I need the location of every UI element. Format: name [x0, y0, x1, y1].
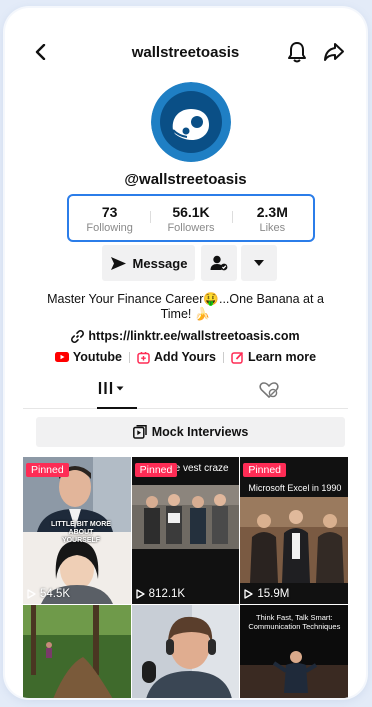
- send-icon: [110, 256, 126, 270]
- avatar[interactable]: [151, 82, 231, 162]
- profile-bio: Master Your Finance Career🤑...One Banana…: [47, 292, 324, 321]
- video-thumbnail[interactable]: ce vest craze Pinned 812.1K: [131, 457, 240, 604]
- office-thumbnail-image: [240, 457, 348, 604]
- profile-handle: @wallstreetoasis: [124, 171, 247, 188]
- video-caption: ce vest craze: [169, 463, 229, 474]
- content-tabs: [23, 376, 348, 409]
- view-count: 54.5K: [27, 588, 70, 600]
- wallstreetoasis-logo-icon: [151, 82, 231, 162]
- video-thumbnail[interactable]: Microsoft Excel in 1990 Pinned 15.9M: [240, 457, 348, 604]
- add-yours-label: Add Yours: [153, 350, 217, 364]
- profile-link[interactable]: https://linktr.ee/wallstreetoasis.com: [5, 329, 366, 343]
- active-tab-indicator: [97, 407, 137, 409]
- divider: [223, 351, 225, 363]
- learn-more-link[interactable]: Learn more: [231, 350, 316, 364]
- pinned-badge: Pinned: [243, 463, 287, 477]
- video-thumbnail[interactable]: [23, 605, 131, 698]
- playlist-mock-interviews[interactable]: Mock Interviews: [36, 417, 345, 447]
- video-thumbnail[interactable]: LITTLE BIT MORE ABOUT YOURSELF Pinned 54…: [23, 457, 131, 604]
- stats-bar: 73 Following 56.1K Followers 2.3M Likes: [67, 194, 315, 242]
- profile-link-text: https://linktr.ee/wallstreetoasis.com: [88, 329, 300, 343]
- share-icon: [324, 43, 344, 61]
- link-icon: [71, 329, 85, 343]
- view-count-text: 812.1K: [148, 588, 186, 600]
- view-count: 15.9M: [244, 588, 289, 600]
- liked-heart-icon: [259, 382, 279, 398]
- follow-user-button[interactable]: [201, 245, 237, 281]
- likes-label: Likes: [259, 222, 286, 234]
- edit-icon: [231, 351, 244, 364]
- play-icon: [244, 589, 253, 599]
- video-thumbnail[interactable]: [131, 605, 240, 698]
- likes-stat[interactable]: 2.3M Likes: [231, 196, 313, 240]
- add-yours-icon: [137, 351, 150, 364]
- video-grid: LITTLE BIT MORE ABOUT YOURSELF Pinned 54…: [23, 457, 348, 698]
- followers-stat[interactable]: 56.1K Followers: [150, 196, 231, 240]
- youtube-link[interactable]: Youtube: [54, 350, 122, 364]
- add-yours-link[interactable]: Add Yours: [137, 350, 216, 364]
- page-title: wallstreetoasis: [131, 44, 240, 61]
- view-count-text: 15.9M: [257, 588, 290, 600]
- video-thumbnail[interactable]: Think Fast, Talk Smart: Communication Te…: [240, 605, 348, 698]
- profile-screen: wallstreetoasis @wallstreetoasis 73 Foll…: [5, 8, 366, 698]
- tab-videos[interactable]: [81, 380, 143, 408]
- play-icon: [136, 589, 145, 599]
- following-label: Following: [86, 222, 133, 234]
- video-caption: LITTLE BIT MORE ABOUT YOURSELF: [51, 521, 111, 544]
- view-count-text: 54.5K: [40, 588, 71, 600]
- social-links: Youtube Add Yours Learn more: [5, 350, 366, 364]
- following-count: 73: [101, 204, 118, 220]
- user-check-icon: [210, 255, 228, 271]
- notification-button[interactable]: [283, 38, 311, 66]
- pinned-badge: Pinned: [26, 463, 69, 477]
- top-bar: wallstreetoasis: [5, 38, 366, 72]
- followers-label: Followers: [167, 222, 215, 234]
- following-stat[interactable]: 73 Following: [69, 196, 150, 240]
- video-caption: Think Fast, Talk Smart: Communication Te…: [248, 613, 341, 631]
- divider: [128, 351, 130, 363]
- more-options-button[interactable]: [241, 245, 277, 281]
- learn-more-label: Learn more: [248, 350, 317, 364]
- likes-count: 2.3M: [256, 204, 288, 220]
- youtube-icon: [54, 352, 69, 362]
- video-caption: Microsoft Excel in 1990: [248, 483, 342, 493]
- pinned-badge: Pinned: [134, 463, 178, 477]
- podcast-thumbnail-image: [131, 605, 240, 698]
- street-crowd-thumbnail-image: [131, 457, 240, 604]
- videos-grid-icon: [98, 382, 124, 394]
- playlist-label: Mock Interviews: [151, 425, 249, 439]
- share-button[interactable]: [320, 38, 348, 66]
- message-label: Message: [132, 255, 188, 271]
- play-icon: [27, 589, 36, 599]
- view-count: 812.1K: [136, 588, 185, 600]
- playlist-icon: [132, 425, 147, 439]
- bell-icon: [288, 42, 306, 63]
- message-button[interactable]: Message: [102, 245, 195, 281]
- forest-thumbnail-image: [23, 605, 131, 698]
- tab-liked[interactable]: [249, 381, 289, 405]
- caret-down-icon: [254, 260, 264, 266]
- followers-count: 56.1K: [172, 204, 210, 220]
- youtube-label: Youtube: [72, 350, 122, 364]
